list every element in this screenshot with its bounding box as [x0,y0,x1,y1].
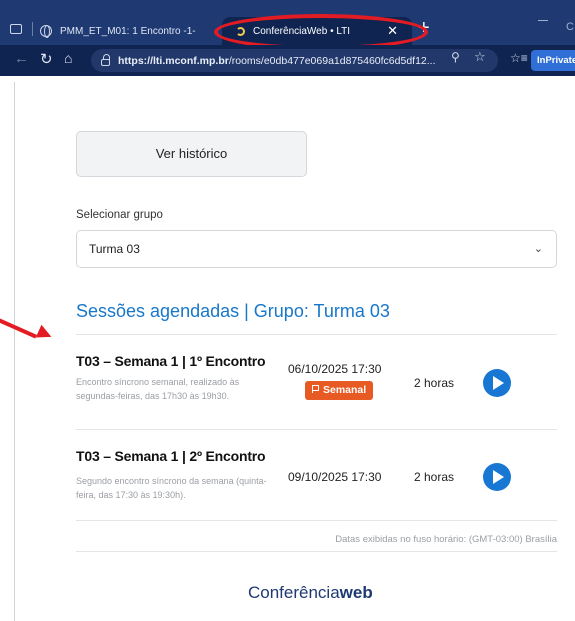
browser-tab-course[interactable]: PMM_ET_M01: 1 Encontro -1- W [40,18,210,44]
badge-label: Semanal [323,384,367,396]
session-duration: 2 horas [414,376,455,390]
url-host: https://lti.mconf.mp.br [118,54,229,67]
session-date: 09/10/2025 17:30 [288,470,382,484]
minimize-icon[interactable] [538,20,548,21]
back-arrow-icon[interactable]: ← [14,50,29,67]
flag-icon [312,385,319,393]
browser-tab-bar: PMM_ET_M01: 1 Encontro -1- W Conferência… [0,0,575,50]
session-duration: 2 horas [414,470,455,484]
conferenciaweb-logo: Conferênciaweb [0,583,575,603]
divider [76,334,557,335]
address-bar[interactable]: https://lti.mconf.mp.br/rooms/e0db477e06… [91,49,498,72]
page-left-edge [14,82,15,621]
view-history-button[interactable]: Ver histórico [76,131,307,177]
chevron-down-icon: ⌄ [533,243,543,255]
url-path: /rooms/e0db477e069a1d875460fc6d5df12... [228,54,436,67]
session-date: 06/10/2025 17:30 [288,362,382,376]
tab-separator [32,22,33,36]
group-selected-value: Turma 03 [89,242,140,256]
favorite-star-icon[interactable]: ☆ [474,49,486,65]
brand-bold: web [339,583,373,602]
group-select-label: Selecionar grupo [76,209,163,221]
home-icon[interactable]: ⌂ [64,50,72,66]
favorites-icon[interactable]: ☆≡ [510,51,528,65]
session-title: T03 – Semana 1 | 1º Encontro [76,353,266,369]
divider [76,551,557,552]
session-description: Segundo encontro síncrono da semana (qui… [76,476,267,500]
window-menu-icon[interactable] [10,24,22,34]
join-session-play-button[interactable] [483,463,511,491]
brand-light: Conferência [248,583,340,602]
globe-icon [40,25,52,38]
session-title: T03 – Semana 1 | 2º Encontro [76,448,266,464]
zoom-icon[interactable]: ⚲ [451,50,460,64]
browser-toolbar: ← ↻ ⌂ https://lti.mconf.mp.br/rooms/e0db… [0,45,575,76]
group-select[interactable]: Turma 03 ⌄ [76,230,557,268]
join-session-play-button[interactable] [483,369,511,397]
divider [76,520,557,521]
divider [76,429,557,430]
reload-icon[interactable]: ↻ [40,50,53,68]
lock-icon [101,54,110,66]
sessions-title: Sessões agendadas | Grupo: Turma 03 [76,301,390,321]
tab-label: PMM_ET_M01: 1 Encontro -1- W [60,25,198,37]
timezone-note: Datas exibidas no fuso horário: (GMT-03:… [335,534,557,545]
recurrence-badge: Semanal [305,381,374,400]
window-control-partial: C [566,21,574,33]
inprivate-badge[interactable]: InPrivate [531,50,575,71]
session-description: Encontro síncrono semanal, realizado às … [76,377,240,401]
